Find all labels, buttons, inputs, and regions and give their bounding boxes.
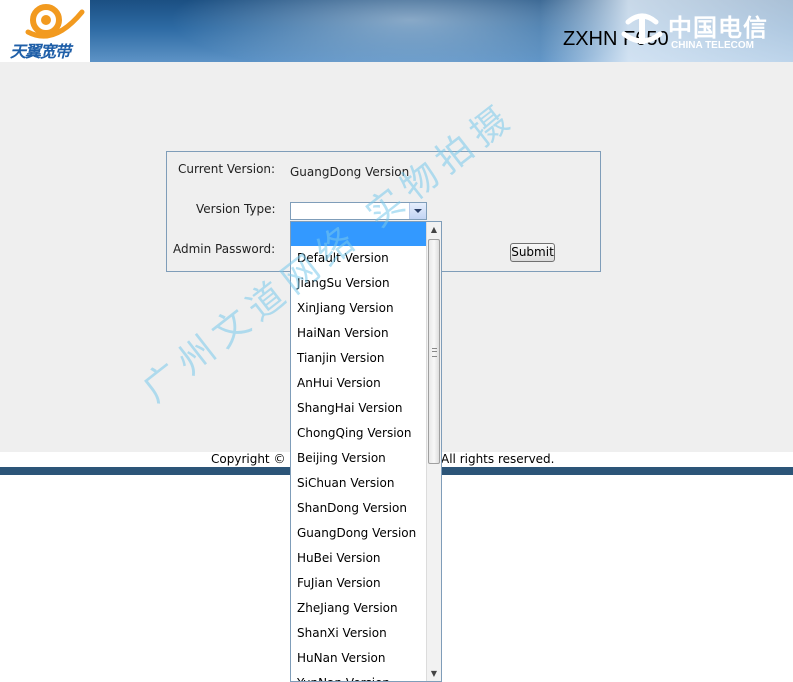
version-type-label: Version Type: [196,202,276,216]
dropdown-scrollbar[interactable]: ▲ ▼ [426,222,441,681]
brand-swirl-icon [25,4,85,39]
dropdown-option[interactable]: YunNan Version [291,671,427,681]
dropdown-option[interactable]: ShanXi Version [291,621,427,646]
brand-logo: 天翼宽带 [0,0,90,62]
scrollbar-grip-icon [432,348,437,357]
dropdown-option[interactable]: ShangHai Version [291,396,427,421]
dropdown-option[interactable]: JiangSu Version [291,271,427,296]
dropdown-option-blank[interactable] [291,222,427,246]
carrier-name-en: CHINA TELECOM [671,40,754,51]
version-type-dropdown-list[interactable]: Default Version JiangSu Version XinJiang V… [290,221,442,682]
rights-text: All rights reserved. [441,452,555,466]
dropdown-option[interactable]: AnHui Version [291,371,427,396]
dropdown-option[interactable]: HaiNan Version [291,321,427,346]
header-banner: 天翼宽带 ZXHN F650 中国电信 CHINA TELECOM [0,0,793,62]
dropdown-option[interactable]: GuangDong Version [291,521,427,546]
copyright-text: Copyright © [211,452,286,466]
dropdown-option[interactable]: Beijing Version [291,446,427,471]
dropdown-option[interactable]: XinJiang Version [291,296,427,321]
admin-password-label: Admin Password: [173,242,276,256]
dropdown-option[interactable]: HuBei Version [291,546,427,571]
carrier-name-cn: 中国电信 [668,14,768,42]
brand-logo-text: 天翼宽带 [10,42,71,61]
current-version-label: Current Version: [178,162,276,176]
dropdown-option[interactable]: FuJian Version [291,571,427,596]
current-version-value: GuangDong Version [290,165,410,179]
select-dropdown-button[interactable] [409,203,426,219]
dropdown-option[interactable]: Tianjin Version [291,346,427,371]
china-telecom-icon [621,13,663,44]
scroll-down-arrow-icon[interactable]: ▼ [427,666,441,681]
dropdown-option[interactable]: SiChuan Version [291,471,427,496]
scroll-up-arrow-icon[interactable]: ▲ [427,222,441,237]
dropdown-option[interactable]: Default Version [291,246,427,271]
dropdown-options: Default Version JiangSu Version XinJiang V… [291,222,427,681]
version-type-select[interactable] [290,202,427,220]
chevron-down-icon [414,209,422,213]
page: 天翼宽带 ZXHN F650 中国电信 CHINA TELECOM Curren… [0,0,793,682]
dropdown-option[interactable]: HuNan Version [291,646,427,671]
submit-button[interactable]: Submit [510,243,555,262]
dropdown-option[interactable]: ZheJiang Version [291,596,427,621]
dropdown-option[interactable]: ChongQing Version [291,421,427,446]
scrollbar-thumb[interactable] [428,239,440,464]
dropdown-option[interactable]: ShanDong Version [291,496,427,521]
